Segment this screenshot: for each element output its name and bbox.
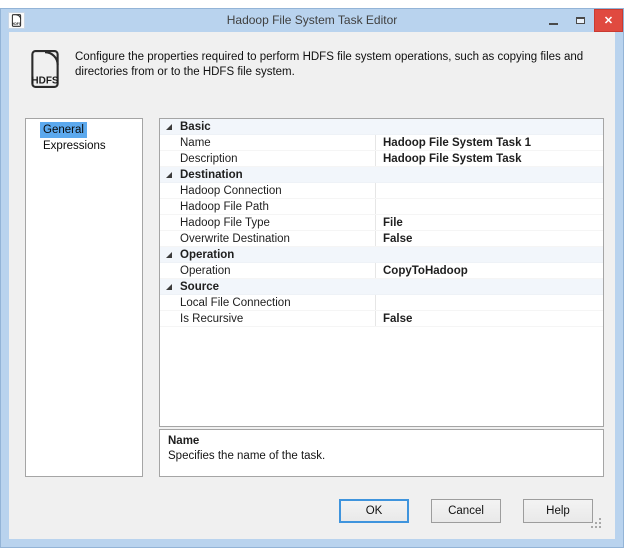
collapse-expander-icon[interactable]: [160, 123, 178, 130]
resize-grip[interactable]: [599, 526, 601, 528]
property-label: Description: [180, 152, 238, 165]
property-description-text: Specifies the name of the task.: [168, 450, 326, 462]
minimize-icon: [549, 22, 558, 25]
maximize-icon: [576, 17, 585, 24]
property-label: Hadoop File Path: [180, 200, 269, 213]
category-label: Basic: [180, 120, 211, 133]
svg-text:HDFS: HDFS: [31, 76, 59, 87]
title-bar[interactable]: HDFS Hadoop File System Task Editor ✕: [1, 9, 623, 32]
close-button[interactable]: ✕: [594, 9, 623, 32]
property-description-panel: Name Specifies the name of the task.: [159, 429, 604, 477]
grid-property-row[interactable]: Operation CopyToHadoop: [160, 263, 603, 279]
property-value[interactable]: [375, 199, 603, 214]
grid-property-row[interactable]: Overwrite Destination False: [160, 231, 603, 247]
grid-category-row[interactable]: Destination: [160, 167, 603, 183]
property-label: Operation: [180, 264, 231, 277]
property-value[interactable]: False: [375, 311, 603, 326]
property-label: Hadoop Connection: [180, 184, 282, 197]
property-label: Overwrite Destination: [180, 232, 290, 245]
grid-property-row[interactable]: Is Recursive False: [160, 311, 603, 327]
nav-item-general[interactable]: General: [40, 122, 87, 138]
grid-category-row[interactable]: Source: [160, 279, 603, 295]
collapse-expander-icon[interactable]: [160, 283, 178, 290]
dialog-description: Configure the properties required to per…: [75, 51, 584, 78]
grid-category-row[interactable]: Operation: [160, 247, 603, 263]
property-label: Hadoop File Type: [180, 216, 270, 229]
property-value[interactable]: [375, 183, 603, 198]
category-label: Operation: [180, 248, 235, 261]
cancel-button[interactable]: Cancel: [431, 499, 501, 523]
category-label: Source: [180, 280, 219, 293]
grid-category-row[interactable]: Basic: [160, 119, 603, 135]
property-label: Is Recursive: [180, 312, 244, 325]
dialog-window: HDFS Hadoop File System Task Editor ✕ HD…: [0, 8, 624, 548]
property-value[interactable]: Hadoop File System Task 1: [375, 135, 603, 150]
close-icon: ✕: [603, 15, 614, 27]
property-value[interactable]: Hadoop File System Task: [375, 151, 603, 166]
property-value[interactable]: CopyToHadoop: [375, 263, 603, 278]
category-label: Destination: [180, 168, 243, 181]
window-title: Hadoop File System Task Editor: [226, 13, 398, 27]
property-description-title: Name: [168, 435, 200, 447]
property-value[interactable]: [375, 295, 603, 310]
property-label: Local File Connection: [180, 296, 291, 309]
hdfs-header-icon: HDFS: [29, 49, 61, 94]
grid-property-row[interactable]: Hadoop Connection: [160, 183, 603, 199]
grid-property-row[interactable]: Hadoop File Path: [160, 199, 603, 215]
window-controls: ✕: [540, 9, 623, 32]
maximize-button[interactable]: [567, 9, 594, 32]
ok-button[interactable]: OK: [339, 499, 409, 523]
grid-property-row[interactable]: Hadoop File Type File: [160, 215, 603, 231]
help-button[interactable]: Help: [523, 499, 593, 523]
dialog-client-area: HDFS Configure the properties required t…: [9, 32, 615, 539]
property-value[interactable]: False: [375, 231, 603, 246]
collapse-expander-icon[interactable]: [160, 251, 178, 258]
pages-list: General Expressions: [25, 118, 143, 477]
nav-item-expressions[interactable]: Expressions: [40, 138, 109, 154]
grid-property-row[interactable]: Local File Connection: [160, 295, 603, 311]
property-value[interactable]: File: [375, 215, 603, 230]
property-grid: Basic Name Hadoop File System Task 1 Des…: [159, 118, 604, 427]
property-label: Name: [180, 136, 211, 149]
collapse-expander-icon[interactable]: [160, 171, 178, 178]
grid-property-row[interactable]: Name Hadoop File System Task 1: [160, 135, 603, 151]
grid-property-row[interactable]: Description Hadoop File System Task: [160, 151, 603, 167]
minimize-button[interactable]: [540, 9, 567, 32]
